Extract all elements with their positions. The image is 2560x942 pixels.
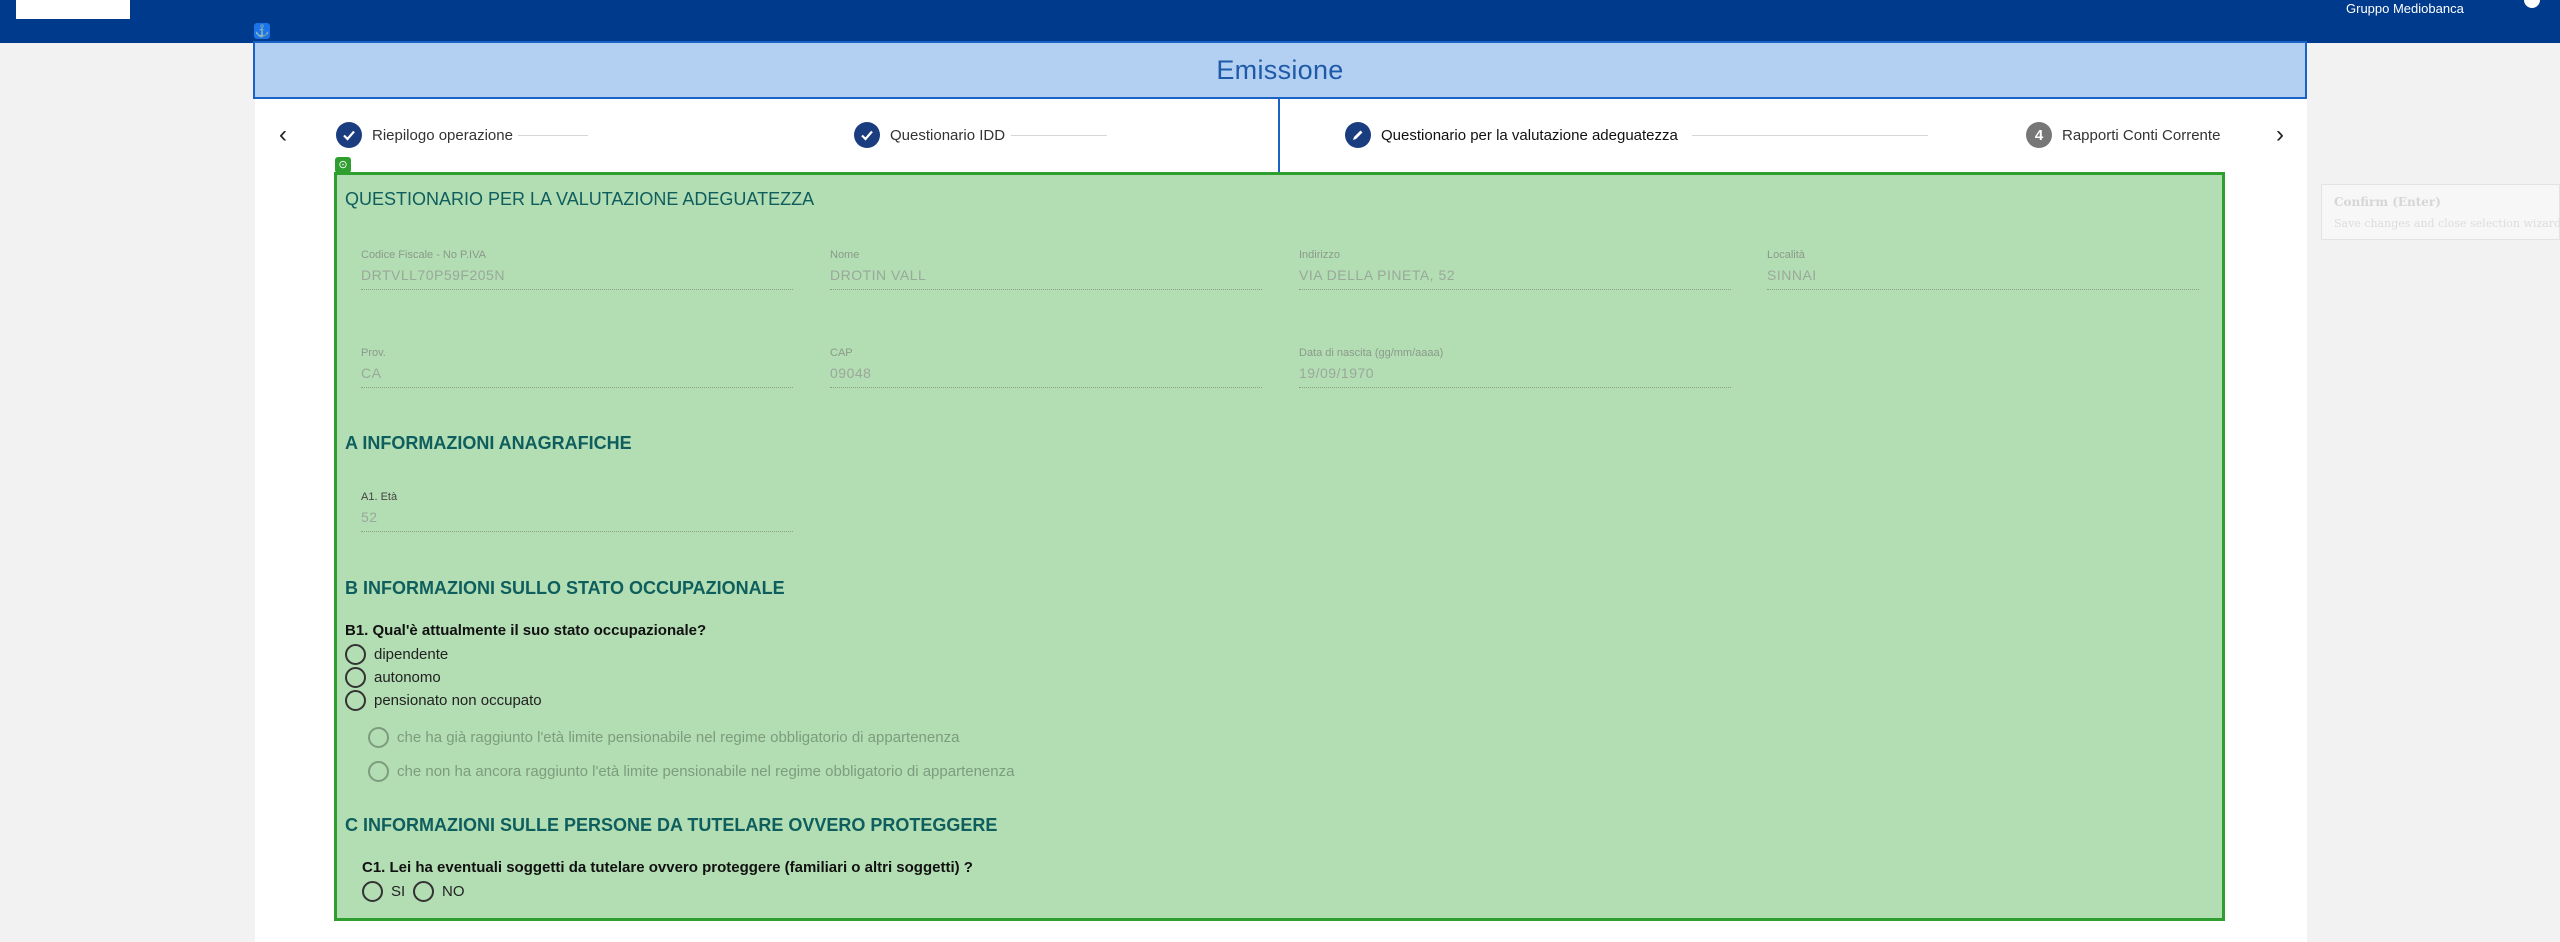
field-label: A1. Età bbox=[361, 491, 398, 503]
user-menu-icon[interactable] bbox=[2524, 0, 2540, 8]
section-c-title: C INFORMAZIONI SULLE PERSONE DA TUTELARE… bbox=[345, 815, 998, 835]
field-value: DROTIN VALL bbox=[830, 267, 1262, 290]
radio-eta-raggiunta[interactable]: che ha già raggiunto l'età limite pensio… bbox=[368, 726, 959, 748]
field-label: Codice Fiscale - No P.IVA bbox=[361, 249, 486, 261]
confirm-panel[interactable]: Confirm (Enter) Save changes and close s… bbox=[2321, 184, 2560, 240]
wizard-stepper: ‹ Riepilogo operazione Questionario IDD … bbox=[255, 99, 2307, 173]
field-label: Località bbox=[1767, 249, 1805, 261]
radio-eta-non-raggiunta[interactable]: che non ha ancora raggiunto l'età limite… bbox=[368, 760, 1014, 782]
radio-label: che non ha ancora raggiunto l'età limite… bbox=[397, 762, 1015, 780]
radio-label: pensionato non occupato bbox=[374, 691, 542, 709]
radio-dipendente[interactable]: dipendente bbox=[345, 643, 448, 665]
step-label: Questionario IDD bbox=[890, 126, 1006, 144]
radio-label: NO bbox=[442, 882, 465, 900]
data-nascita-field[interactable]: Data di nascita (gg/mm/aaaa) 19/09/1970 bbox=[1299, 347, 1731, 388]
selection-marker bbox=[1278, 99, 1280, 173]
radio-button[interactable] bbox=[345, 666, 366, 688]
page-title: Emissione bbox=[1216, 54, 1344, 85]
radio-autonomo[interactable]: autonomo bbox=[345, 666, 441, 688]
top-bar: Gruppo Mediobanca bbox=[0, 0, 2560, 43]
field-label: Data di nascita (gg/mm/aaaa) bbox=[1299, 347, 1444, 359]
nome-field[interactable]: Nome DROTIN VALL bbox=[830, 249, 1262, 290]
logo[interactable] bbox=[16, 0, 130, 19]
step-connector bbox=[518, 135, 588, 136]
radio-si[interactable]: SI bbox=[362, 880, 405, 902]
step-label: Questionario per la valutazione adeguate… bbox=[1381, 126, 1678, 144]
pencil-icon bbox=[1345, 122, 1371, 148]
chevron-right-icon[interactable]: › bbox=[2268, 123, 2292, 147]
field-value: 09048 bbox=[830, 365, 1262, 388]
field-value: 19/09/1970 bbox=[1299, 365, 1731, 388]
check-icon bbox=[854, 122, 880, 148]
field-value: CA bbox=[361, 365, 793, 388]
radio-button[interactable] bbox=[362, 880, 383, 902]
field-label: CAP bbox=[830, 347, 853, 359]
field-label: Nome bbox=[830, 249, 860, 261]
chevron-left-icon[interactable]: ‹ bbox=[271, 123, 295, 147]
field-label: Prov. bbox=[361, 347, 386, 359]
radio-button[interactable] bbox=[345, 689, 366, 711]
radio-pensionato[interactable]: pensionato non occupato bbox=[345, 689, 542, 711]
field-value: DRTVLL70P59F205N bbox=[361, 267, 793, 290]
radio-button[interactable] bbox=[345, 643, 366, 665]
confirm-title: Confirm (Enter) bbox=[2334, 195, 2441, 209]
radio-label: dipendente bbox=[374, 645, 449, 663]
field-value: VIA DELLA PINETA, 52 bbox=[1299, 267, 1731, 290]
radio-label: autonomo bbox=[374, 668, 441, 686]
field-value: SINNAI bbox=[1767, 267, 2199, 290]
section-a-title: A INFORMAZIONI ANAGRAFICHE bbox=[345, 433, 632, 453]
indirizzo-field[interactable]: Indirizzo VIA DELLA PINETA, 52 bbox=[1299, 249, 1731, 290]
field-value: 52 bbox=[361, 509, 793, 532]
prov-field[interactable]: Prov. CA bbox=[361, 347, 793, 388]
step-connector bbox=[1011, 135, 1107, 136]
radio-no[interactable]: NO bbox=[413, 880, 465, 902]
selection-handle-icon[interactable]: ⊙ bbox=[335, 157, 351, 173]
step-riepilogo[interactable]: Riepilogo operazione bbox=[336, 121, 513, 149]
form-title: QUESTIONARIO PER LA VALUTAZIONE ADEGUATE… bbox=[345, 189, 815, 209]
step-connector bbox=[1692, 135, 1928, 136]
check-icon bbox=[336, 122, 362, 148]
radio-label: che ha già raggiunto l'età limite pensio… bbox=[397, 728, 960, 746]
localita-field[interactable]: Località SINNAI bbox=[1767, 249, 2199, 290]
anchor-icon[interactable]: ⚓ bbox=[254, 23, 270, 39]
brand-text: Gruppo Mediobanca bbox=[2346, 1, 2464, 16]
radio-button[interactable] bbox=[368, 760, 389, 782]
field-label: Indirizzo bbox=[1299, 249, 1340, 261]
radio-label: SI bbox=[391, 882, 406, 900]
questionnaire-form: QUESTIONARIO PER LA VALUTAZIONE ADEGUATE… bbox=[334, 172, 2225, 921]
page-header: Emissione bbox=[253, 41, 2307, 99]
section-b-title: B INFORMAZIONI SULLO STATO OCCUPAZIONALE bbox=[345, 578, 785, 598]
question-b1: B1. Qual'è attualmente il suo stato occu… bbox=[345, 622, 707, 639]
step-valutazione-adeguatezza[interactable]: Questionario per la valutazione adeguate… bbox=[1345, 121, 1678, 149]
step-rapporti-conti[interactable]: 4 Rapporti Conti Corrente bbox=[2026, 121, 2220, 149]
question-c1: C1. Lei ha eventuali soggetti da tutelar… bbox=[362, 859, 973, 876]
step-label: Rapporti Conti Corrente bbox=[2062, 126, 2221, 144]
cap-field[interactable]: CAP 09048 bbox=[830, 347, 1262, 388]
codice-fiscale-field[interactable]: Codice Fiscale - No P.IVA DRTVLL70P59F20… bbox=[361, 249, 793, 290]
confirm-subtitle: Save changes and close selection wizard bbox=[2334, 217, 2560, 230]
step-label: Riepilogo operazione bbox=[372, 126, 513, 144]
step-number: 4 bbox=[2026, 122, 2052, 148]
radio-button[interactable] bbox=[413, 880, 434, 902]
radio-button[interactable] bbox=[368, 726, 389, 748]
eta-field[interactable]: A1. Età 52 bbox=[361, 491, 793, 532]
step-questionario-idd[interactable]: Questionario IDD bbox=[854, 121, 1005, 149]
